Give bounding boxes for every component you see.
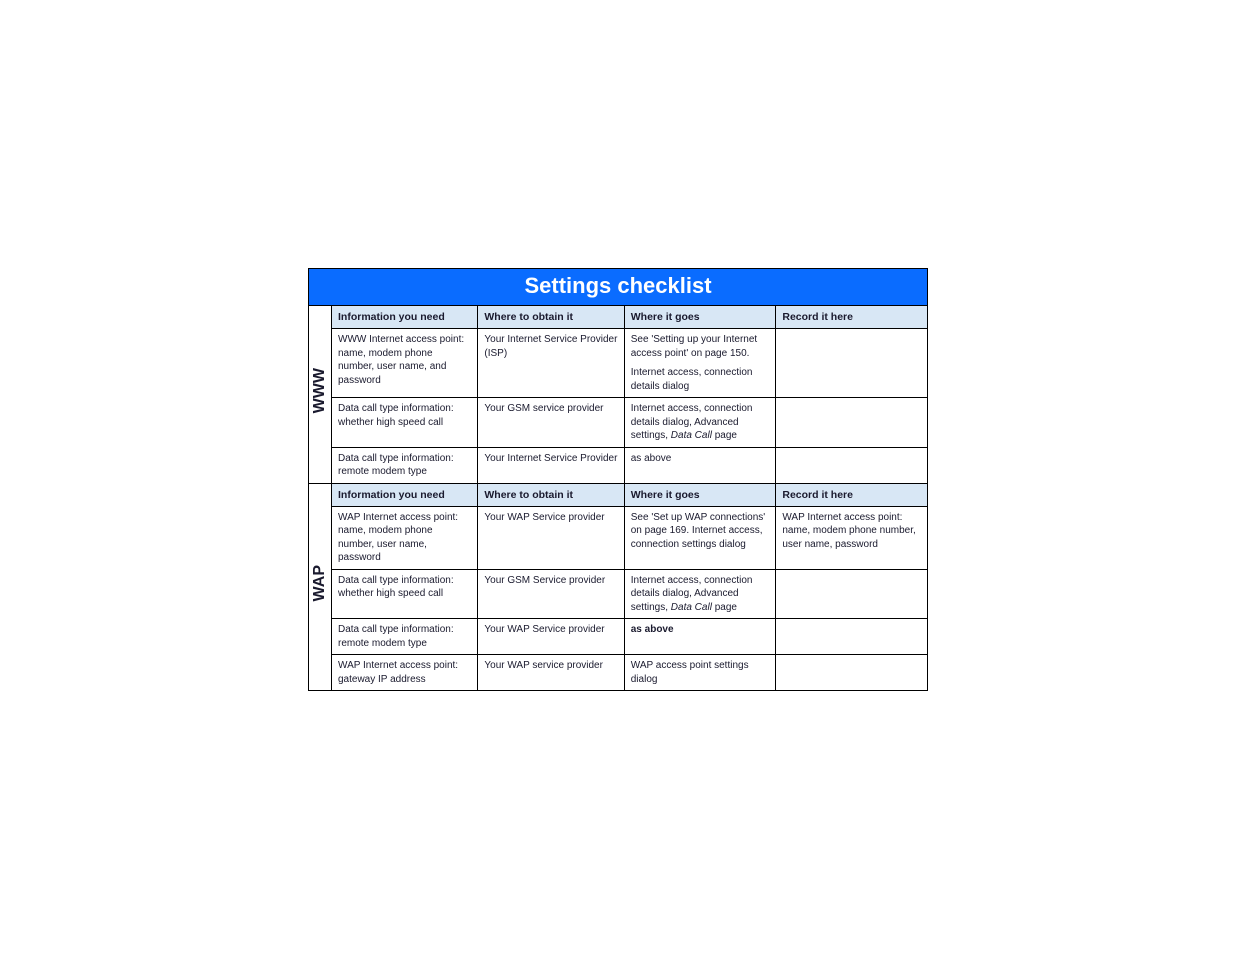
checklist-table: WWW Information you need Where to obtain… <box>308 305 928 691</box>
section-label-www-text: WWW <box>309 368 331 413</box>
cell-info: Data call type information: whether high… <box>332 569 478 619</box>
cell-obtain: Your GSM Service provider <box>478 569 624 619</box>
cell-info: WWW Internet access point: name, modem p… <box>332 329 478 398</box>
cell-info: Data call type information: remote modem… <box>332 447 478 483</box>
cell-obtain: Your GSM service provider <box>478 398 624 448</box>
col-header-info: Information you need <box>332 306 478 329</box>
page-title: Settings checklist <box>308 268 928 305</box>
www-header-row: WWW Information you need Where to obtain… <box>309 306 928 329</box>
cell-goes-p2: Internet access, connection details dial… <box>631 366 770 393</box>
cell-goes: as above <box>624 447 776 483</box>
table-row: Data call type information: whether high… <box>309 569 928 619</box>
cell-record <box>776 655 928 691</box>
cell-obtain: Your Internet Service Provider (ISP) <box>478 329 624 398</box>
cell-record <box>776 398 928 448</box>
col-header-obtain: Where to obtain it <box>478 306 624 329</box>
cell-goes: Internet access, connection details dial… <box>624 569 776 619</box>
cell-obtain: Your WAP Service provider <box>478 619 624 655</box>
cell-info: WAP Internet access point: gateway IP ad… <box>332 655 478 691</box>
cell-record <box>776 619 928 655</box>
table-row: WWW Internet access point: name, modem p… <box>309 329 928 398</box>
cell-goes: See 'Set up WAP connections' on page 169… <box>624 506 776 569</box>
cell-goes: WAP access point settings dialog <box>624 655 776 691</box>
cell-record <box>776 447 928 483</box>
cell-goes: as above <box>624 619 776 655</box>
cell-obtain: Your Internet Service Provider <box>478 447 624 483</box>
col-header-obtain: Where to obtain it <box>478 483 624 506</box>
section-label-www: WWW <box>309 306 332 484</box>
cell-record <box>776 329 928 398</box>
cell-info: WAP Internet access point: name, modem p… <box>332 506 478 569</box>
table-row: WAP Internet access point: name, modem p… <box>309 506 928 569</box>
cell-record <box>776 569 928 619</box>
cell-info: Data call type information: whether high… <box>332 398 478 448</box>
cell-info: Data call type information: remote modem… <box>332 619 478 655</box>
table-row: WAP Internet access point: gateway IP ad… <box>309 655 928 691</box>
cell-obtain: Your WAP service provider <box>478 655 624 691</box>
table-row: Data call type information: remote modem… <box>309 619 928 655</box>
cell-obtain: Your WAP Service provider <box>478 506 624 569</box>
col-header-goes: Where it goes <box>624 483 776 506</box>
section-label-wap: WAP <box>309 483 332 691</box>
table-row: Data call type information: whether high… <box>309 398 928 448</box>
section-label-wap-text: WAP <box>309 565 331 601</box>
col-header-info: Information you need <box>332 483 478 506</box>
cell-goes: Internet access, connection details dial… <box>624 398 776 448</box>
cell-record: WAP Internet access point: name, modem p… <box>776 506 928 569</box>
wap-header-row: WAP Information you need Where to obtain… <box>309 483 928 506</box>
col-header-goes: Where it goes <box>624 306 776 329</box>
col-header-record: Record it here <box>776 306 928 329</box>
col-header-record: Record it here <box>776 483 928 506</box>
cell-goes-p1: See 'Setting up your Internet access poi… <box>631 333 770 360</box>
table-row: Data call type information: remote modem… <box>309 447 928 483</box>
settings-checklist-page: Settings checklist WWW Information you n… <box>308 268 928 691</box>
cell-goes: See 'Setting up your Internet access poi… <box>624 329 776 398</box>
